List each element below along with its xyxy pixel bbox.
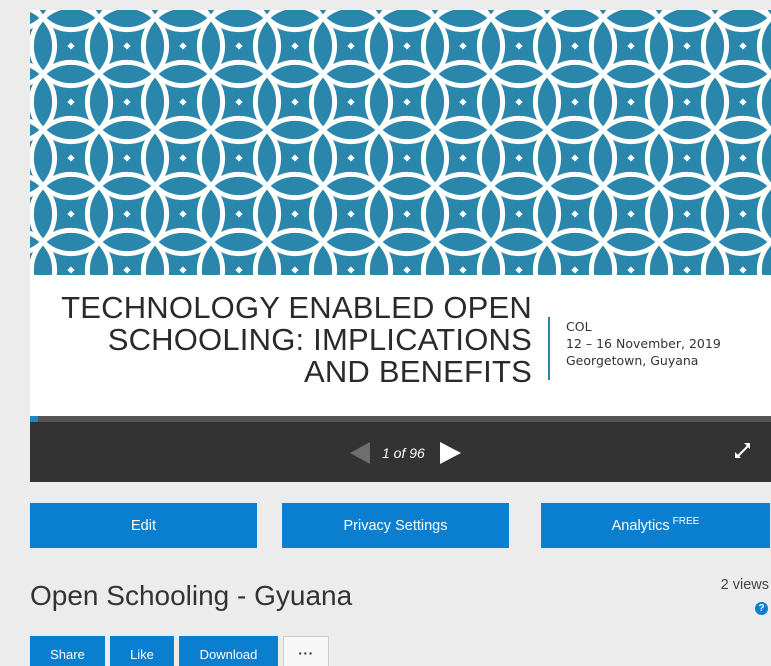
- slide-pattern-background: [30, 10, 771, 275]
- document-title: Open Schooling - Gyuana: [30, 580, 353, 611]
- slideshow-page: TECHNOLOGY ENABLED OPEN SCHOOLING: IMPLI…: [0, 0, 771, 666]
- slide-title: TECHNOLOGY ENABLED OPEN SCHOOLING: IMPLI…: [61, 292, 532, 388]
- previous-slide-button[interactable]: [350, 442, 370, 464]
- share-button-label: Share: [50, 646, 85, 662]
- help-icon[interactable]: ?: [755, 602, 768, 615]
- slide-divider: [548, 317, 550, 380]
- analytics-label: Analytics: [611, 517, 670, 534]
- player-controls: 1 of 96: [30, 422, 771, 482]
- edit-button[interactable]: Edit: [30, 503, 257, 548]
- view-count: 2 views: [720, 577, 769, 593]
- analytics-free-badge: FREE: [672, 516, 700, 527]
- slide-title-line: SCHOOLING: IMPLICATIONS: [107, 322, 532, 357]
- like-button[interactable]: Like: [110, 636, 174, 666]
- edit-button-label: Edit: [131, 517, 156, 534]
- fullscreen-icon[interactable]: [733, 441, 753, 461]
- slide-meta-org: COL: [566, 319, 592, 334]
- download-button-label: Download: [199, 646, 258, 662]
- analytics-button[interactable]: Analytics FREE: [541, 503, 770, 548]
- more-options-icon: ···: [298, 645, 314, 661]
- slide-viewer[interactable]: TECHNOLOGY ENABLED OPEN SCHOOLING: IMPLI…: [30, 10, 771, 416]
- page-counter: 1 of 96: [382, 445, 425, 461]
- share-button[interactable]: Share: [30, 636, 105, 666]
- like-button-label: Like: [130, 646, 154, 662]
- slide-title-line: TECHNOLOGY ENABLED OPEN: [61, 290, 532, 325]
- privacy-settings-button[interactable]: Privacy Settings: [282, 503, 509, 548]
- slide-title-line: AND BENEFITS: [303, 354, 532, 389]
- slide-meta-date: 12 – 16 November, 2019: [566, 336, 721, 351]
- next-slide-button[interactable]: [440, 442, 461, 464]
- slide-meta: COL 12 – 16 November, 2019 Georgetown, G…: [566, 318, 721, 369]
- privacy-settings-label: Privacy Settings: [343, 517, 448, 534]
- download-button[interactable]: Download: [179, 636, 278, 666]
- slide-meta-location: Georgetown, Guyana: [566, 353, 699, 368]
- more-options-button[interactable]: ···: [283, 636, 329, 666]
